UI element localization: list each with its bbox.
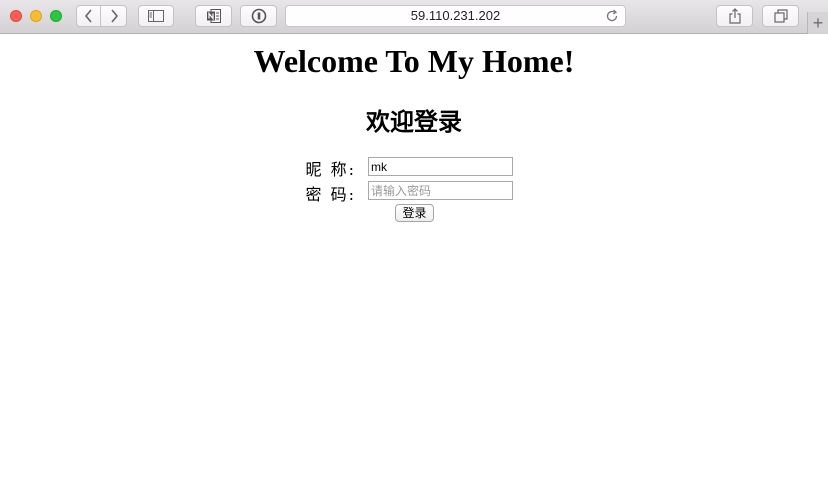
browser-toolbar: 59.110.231.202 +	[0, 0, 828, 34]
nickname-input[interactable]	[368, 157, 513, 176]
show-sidebar-button[interactable]	[138, 5, 174, 27]
address-bar[interactable]: 59.110.231.202	[285, 5, 626, 27]
new-tab-button[interactable]: +	[807, 12, 828, 34]
onenote-icon	[206, 9, 221, 23]
login-heading: 欢迎登录	[366, 107, 462, 136]
password-input[interactable]	[368, 181, 513, 200]
share-icon	[728, 8, 741, 24]
url-text[interactable]: 59.110.231.202	[286, 6, 625, 26]
back-button[interactable]	[76, 5, 101, 27]
chevron-right-icon	[110, 9, 118, 23]
nickname-label: 昵 称:	[305, 160, 356, 179]
page-content: Welcome To My Home! 欢迎登录 昵 称: 密 码: 登录	[0, 35, 828, 499]
sidebar-icon	[148, 10, 164, 22]
onenote-extension-button[interactable]	[195, 5, 232, 27]
password-manager-button[interactable]	[240, 5, 277, 27]
plus-icon: +	[812, 13, 824, 33]
tabs-overview-icon	[773, 9, 788, 23]
password-label: 密 码:	[305, 185, 356, 204]
reload-icon[interactable]	[605, 9, 619, 23]
forward-button[interactable]	[101, 5, 127, 27]
password-manager-icon	[251, 8, 266, 24]
zoom-window-button[interactable]	[50, 10, 62, 22]
close-window-button[interactable]	[10, 10, 22, 22]
chevron-left-icon	[84, 9, 92, 23]
login-button[interactable]: 登录	[395, 204, 434, 222]
minimize-window-button[interactable]	[30, 10, 42, 22]
page-title: Welcome To My Home!	[253, 43, 575, 79]
show-all-tabs-button[interactable]	[762, 5, 799, 27]
share-button[interactable]	[716, 5, 753, 27]
